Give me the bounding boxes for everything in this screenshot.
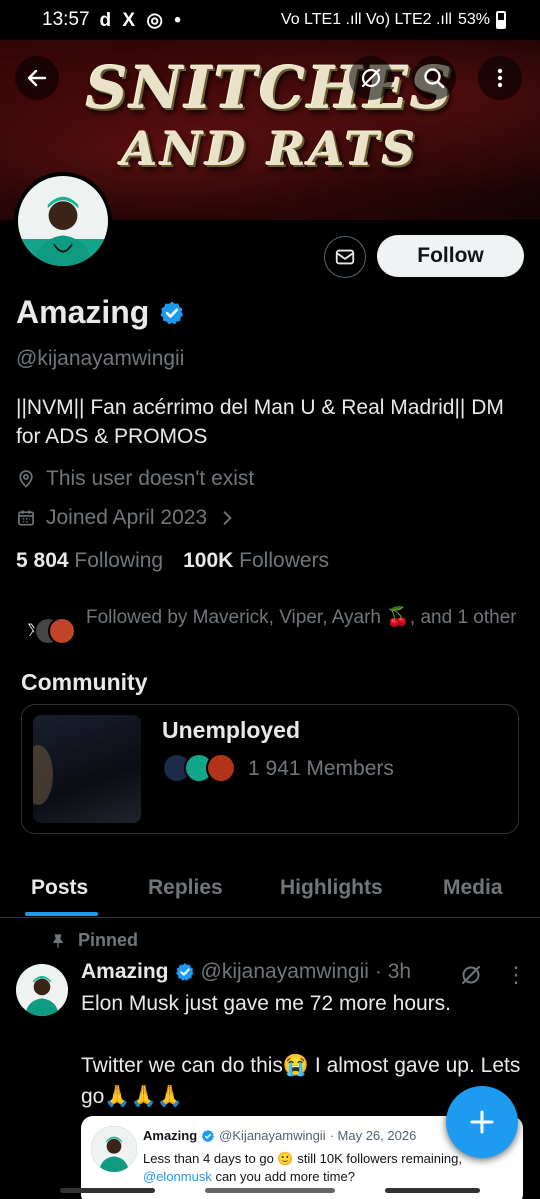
compose-post-button[interactable] <box>446 1086 518 1158</box>
joined-row[interactable]: Joined April 2023 <box>16 506 237 530</box>
quoted-header: Amazing @Kijanayamwingii · May 26, 2026 <box>143 1128 416 1143</box>
verified-badge-icon <box>175 963 194 981</box>
member-avatar <box>206 753 236 783</box>
follow-button[interactable]: Follow <box>377 235 524 277</box>
followed-by-row[interactable]: 𝕏 Followed by Maverick, Viper, Ayarh 🍒, … <box>20 605 520 647</box>
followers-link[interactable]: 100K Followers <box>183 549 329 573</box>
message-button[interactable] <box>324 236 366 278</box>
calendar-icon <box>18 510 34 526</box>
profile-name: Amazing <box>16 294 150 330</box>
quoted-text-line1: Less than 4 days to go 🙂 still 10K follo… <box>143 1151 462 1166</box>
profile-tabs: Posts Replies Highlights Media <box>0 860 540 918</box>
community-name: Unemployed <box>162 717 301 743</box>
pinned-label-row: Pinned <box>50 930 138 951</box>
post-more-button[interactable]: ⋮ <box>505 962 527 988</box>
tab-highlights[interactable]: Highlights <box>280 876 383 900</box>
avatar-image <box>16 964 68 1016</box>
quoted-name: Amazing <box>143 1128 198 1143</box>
pin-icon <box>53 933 63 948</box>
tab-media[interactable]: Media <box>443 876 503 900</box>
grok-button[interactable] <box>349 56 393 100</box>
status-bar: 13:57 d X ◎ • Vo LTE1 .ıll Vo) LTE2 .ıll… <box>0 0 540 40</box>
arrow-left-icon <box>27 69 47 87</box>
network-indicators: Vo LTE1 .ıll Vo) LTE2 .ıll <box>280 11 452 28</box>
following-link[interactable]: 5 804 Following <box>16 549 163 573</box>
nav-gesture-handle[interactable] <box>205 1188 335 1193</box>
location-row: This user doesn't exist <box>16 467 254 491</box>
followers-count: 100K <box>183 549 234 572</box>
follower-avatar <box>48 617 76 645</box>
battery-icon <box>496 11 506 29</box>
quoted-date: · May 26, 2026 <box>329 1128 417 1143</box>
community-card[interactable]: Unemployed 1 941 Members <box>21 704 519 834</box>
notification-icons: d X ◎ • <box>99 9 184 31</box>
nav-gesture-right <box>385 1188 480 1193</box>
plus-icon <box>470 1110 494 1134</box>
post-header: Amazing @kijanayamwingii · 3h <box>81 960 411 984</box>
more-options-button[interactable] <box>478 56 522 100</box>
member-avatars <box>162 753 238 785</box>
status-right: Vo LTE1 .ıll Vo) LTE2 .ıll 53% <box>281 11 506 29</box>
banner-text-line2: AND RATS <box>121 122 419 176</box>
followed-by-text: Followed by Maverick, Viper, Ayarh 🍒, an… <box>86 607 517 628</box>
location-text: This user doesn't exist <box>46 467 255 490</box>
quoted-mention: @elonmusk <box>143 1169 212 1184</box>
follow-counts: 5 804 Following 100K Followers <box>16 549 329 573</box>
community-section-title: Community <box>21 669 148 695</box>
location-pin-icon <box>19 470 33 488</box>
active-tab-indicator <box>25 912 98 916</box>
verified-badge-icon[interactable] <box>159 300 185 326</box>
search-button[interactable] <box>412 56 456 100</box>
community-image <box>33 715 141 823</box>
quoted-text-line2: can you add more time? <box>211 1169 355 1184</box>
community-members-row: 1 941 Members <box>162 753 394 785</box>
verified-badge-icon <box>201 1129 215 1142</box>
search-icon <box>424 68 445 89</box>
status-time: 13:57 <box>42 9 90 30</box>
post-author-name[interactable]: Amazing <box>81 960 169 984</box>
tab-posts[interactable]: Posts <box>31 876 88 900</box>
chevron-right-icon <box>223 511 232 525</box>
profile-bio: ||NVM|| Fan acérrimo del Man U & Real Ma… <box>16 396 504 448</box>
followers-label: Followers <box>239 549 330 572</box>
grok-icon <box>361 68 381 88</box>
following-label: Following <box>74 549 164 572</box>
more-vertical-icon <box>497 68 503 88</box>
pinned-label: Pinned <box>78 930 139 950</box>
post-author-avatar[interactable] <box>16 964 68 1016</box>
tab-replies[interactable]: Replies <box>148 876 223 900</box>
profile-avatar[interactable] <box>14 172 112 270</box>
joined-text: Joined April 2023 <box>46 506 208 529</box>
post-author-handle: @kijanayamwingii <box>200 960 369 983</box>
grok-icon[interactable] <box>459 963 483 987</box>
followed-by-avatars: 𝕏 <box>20 617 76 647</box>
quoted-avatar <box>91 1126 137 1172</box>
following-count: 5 804 <box>16 549 69 572</box>
envelope-icon <box>335 249 355 265</box>
back-button[interactable] <box>15 56 59 100</box>
post-time: · 3h <box>374 960 412 983</box>
avatar-image <box>91 1126 137 1172</box>
profile-name-row: Amazing <box>16 294 185 331</box>
banner-text-line1: SNITCHES <box>85 54 455 122</box>
community-members-count: 1 941 Members <box>248 757 394 780</box>
quoted-handle: @Kijanayamwingii <box>219 1128 326 1143</box>
avatar-image <box>18 176 108 266</box>
profile-handle: @kijanayamwingii <box>16 347 185 370</box>
nav-gesture-left <box>60 1188 155 1193</box>
battery-percent: 53% <box>457 11 490 28</box>
quoted-text: Less than 4 days to go 🙂 still 10K follo… <box>143 1150 513 1186</box>
